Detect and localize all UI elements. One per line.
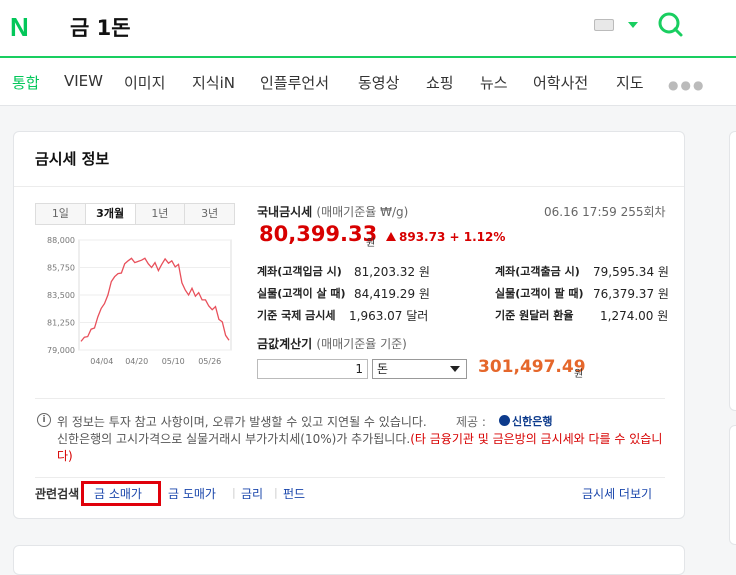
calculator-subtitle: (매매기준율 기준) <box>316 337 407 351</box>
price-value: 80,399.33 <box>259 222 378 246</box>
tab-view[interactable]: VIEW <box>64 72 103 90</box>
related-search-label: 관련검색 <box>35 487 80 501</box>
calculator-result: 301,497.49 <box>478 357 586 377</box>
notice-text-2: 신한은행의 고시가격으로 실물거래시 부가가치세(10%)가 추가됩니다.(타 … <box>57 431 667 465</box>
naver-logo[interactable]: N <box>10 12 29 43</box>
price-subtitle: (매매기준율 ₩/g) <box>316 205 409 219</box>
row-physical-sell: 실물(고객이 팔 때) <box>495 285 584 301</box>
divider <box>35 477 665 478</box>
price-title: 국내금시세 (매매기준율 ₩/g) <box>257 203 408 220</box>
y-tick-label: 83,500 <box>47 291 75 300</box>
provider-name[interactable]: 신한은행 <box>512 413 552 429</box>
separator: | <box>232 486 236 499</box>
related-interest-rate[interactable]: 금리 <box>241 485 263 502</box>
more-gold-price-link[interactable]: 금시세 더보기 <box>582 485 652 502</box>
keyboard-icon[interactable] <box>594 19 614 31</box>
price-change: 893.73 + 1.12% <box>386 230 505 244</box>
calculator-result-unit: 원 <box>574 369 584 380</box>
shinhan-bank-logo-icon <box>499 415 510 426</box>
y-tick-label: 79,000 <box>47 346 75 355</box>
y-tick-label: 88,000 <box>47 236 75 245</box>
x-tick-label: 04/04 <box>90 357 113 366</box>
tab-shopping[interactable]: 쇼핑 <box>426 72 454 93</box>
period-tabs: 1일 3개월 1년 3년 <box>35 203 235 225</box>
row-value: 1,963.07 달러 <box>349 309 429 323</box>
row-account-deposit: 계좌(고객입금 시) <box>257 263 342 279</box>
separator: | <box>274 486 278 499</box>
divider <box>35 398 665 399</box>
tab-map[interactable]: 지도 <box>616 72 644 93</box>
more-icon[interactable]: ●●● <box>668 78 705 92</box>
related-retail-price[interactable]: 금 소매가 <box>94 485 142 502</box>
row-label: 실물(고객이 살 때) <box>257 287 346 300</box>
calculator-title-text: 금값계산기 <box>257 337 313 351</box>
next-card <box>13 545 685 575</box>
price-title-text: 국내금시세 <box>257 205 313 219</box>
header: N 금 1돈 <box>0 0 736 58</box>
triangle-up-icon <box>386 232 396 241</box>
row-exchange-rate: 기준 원달러 환율 <box>495 307 574 323</box>
tab-dictionary[interactable]: 어학사전 <box>533 72 588 93</box>
row-label: 실물(고객이 팔 때) <box>495 287 584 300</box>
calculator-title: 금값계산기 (매매기준율 기준) <box>257 335 407 352</box>
provider-label: 제공 : <box>456 415 486 429</box>
tab-influencer[interactable]: 인플루언서 <box>260 72 329 93</box>
price-chart: 88,000 85,750 83,500 81,250 79,000 04/04 04/20… <box>47 236 232 366</box>
chevron-down-icon <box>450 366 460 372</box>
row-value: 76,379.37 원 <box>593 287 669 301</box>
period-tab-1y[interactable]: 1년 <box>135 204 186 224</box>
gold-price-card: 금시세 정보 1일 3개월 1년 3년 88,000 85,750 83,500 81… <box>13 131 685 519</box>
price-change-text: 893.73 + 1.12% <box>399 230 506 244</box>
card-title: 금시세 정보 <box>35 150 110 168</box>
tab-integrated[interactable]: 통합 <box>12 72 40 93</box>
period-tab-1d[interactable]: 1일 <box>36 204 86 224</box>
row-intl-price: 기준 국제 금시세 <box>257 307 336 323</box>
unit-select[interactable]: 돈 <box>372 359 467 379</box>
tab-video[interactable]: 동영상 <box>358 72 399 93</box>
row-value: 84,419.29 원 <box>354 287 430 301</box>
related-fund[interactable]: 펀드 <box>283 485 305 502</box>
tab-kin[interactable]: 지식iN <box>192 72 235 93</box>
info-icon[interactable]: i <box>37 413 51 427</box>
x-tick-label: 04/20 <box>125 357 148 366</box>
search-tabs: 통합 VIEW 이미지 지식iN 인플루언서 동영상 쇼핑 뉴스 어학사전 지도… <box>0 58 736 106</box>
tab-images[interactable]: 이미지 <box>124 72 165 93</box>
row-account-withdraw: 계좌(고객출금 시) <box>495 263 580 279</box>
search-icon[interactable] <box>656 10 684 38</box>
row-label: 계좌(고객입금 시) <box>257 265 342 278</box>
row-label: 기준 원달러 환율 <box>495 309 574 322</box>
price-unit: 원 <box>366 238 376 249</box>
search-query[interactable]: 금 1돈 <box>70 12 131 42</box>
row-value: 79,595.34 원 <box>593 265 669 279</box>
period-tab-3m[interactable]: 3개월 <box>85 204 136 224</box>
row-physical-buy: 실물(고객이 살 때) <box>257 285 346 301</box>
row-label: 계좌(고객출금 시) <box>495 265 580 278</box>
y-tick-label: 81,250 <box>47 319 75 328</box>
row-value: 81,203.32 원 <box>354 265 430 279</box>
tab-news[interactable]: 뉴스 <box>480 72 508 93</box>
caret-down-icon[interactable] <box>628 22 638 28</box>
notice-line: 신한은행의 고시가격으로 실물거래시 부가가치세(10%)가 추가됩니다. <box>57 432 411 446</box>
x-tick-label: 05/26 <box>198 357 221 366</box>
quantity-input[interactable] <box>257 359 368 379</box>
row-value: 1,274.00 원 <box>600 309 669 323</box>
side-card <box>729 131 736 411</box>
side-card <box>729 425 736 545</box>
unit-select-value: 돈 <box>377 362 389 376</box>
price-time: 06.16 17:59 255회차 <box>544 205 666 219</box>
row-label: 기준 국제 금시세 <box>257 309 336 322</box>
divider <box>14 186 684 187</box>
notice-text: 위 정보는 투자 참고 사항이며, 오류가 발생할 수 있고 지연될 수 있습니… <box>57 415 427 429</box>
y-tick-label: 85,750 <box>47 264 75 273</box>
related-wholesale-price[interactable]: 금 도매가 <box>168 485 216 502</box>
period-tab-3y[interactable]: 3년 <box>185 204 234 224</box>
x-tick-label: 05/10 <box>162 357 185 366</box>
